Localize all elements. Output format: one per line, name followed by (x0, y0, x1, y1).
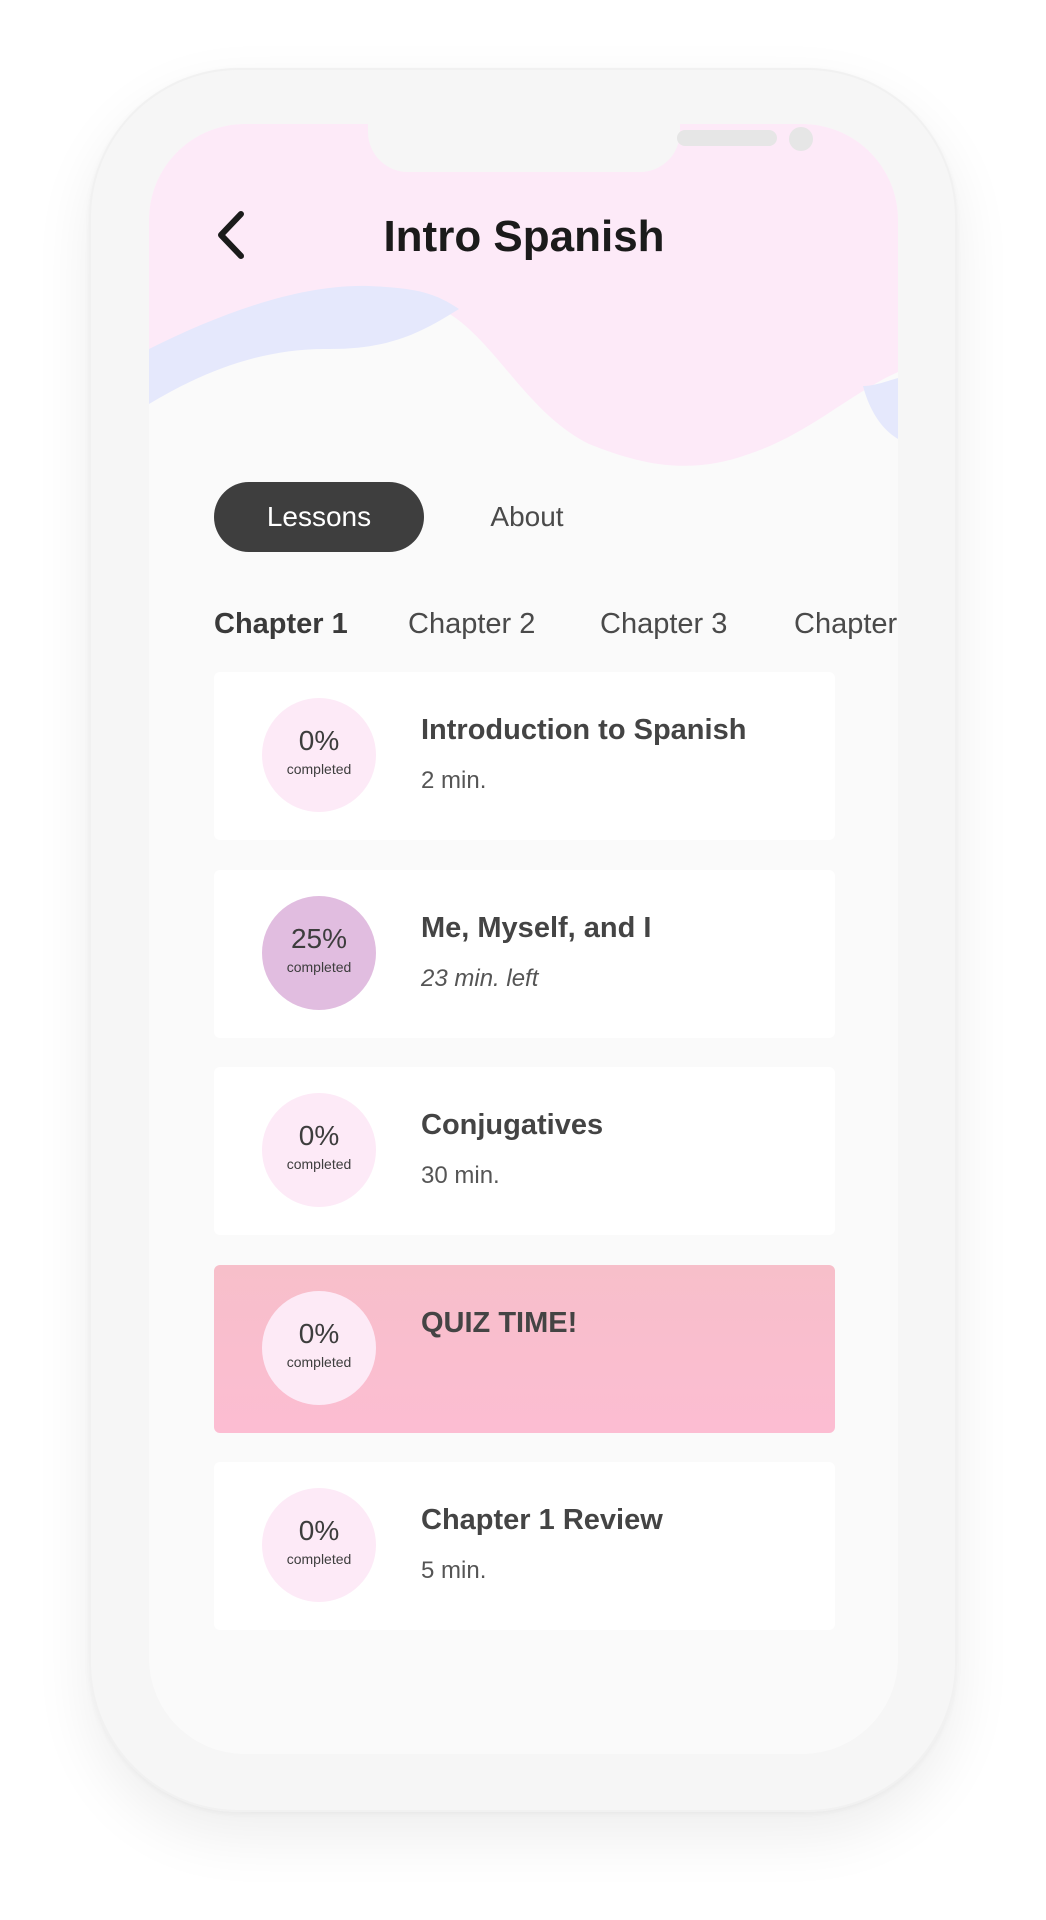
progress-percent: 0% (298, 1120, 340, 1151)
speaker-grille (677, 130, 777, 146)
back-button[interactable] (207, 200, 257, 270)
lesson-card[interactable]: 0% completed Conjugatives 30 min. (214, 1067, 835, 1235)
quiz-title: QUIZ TIME! (421, 1307, 578, 1339)
device-notch (368, 124, 813, 172)
lesson-title: Introduction to Spanish (421, 714, 747, 746)
app-screen: Intro Spanish Lessons About Chapter 1 Ch… (149, 124, 898, 1754)
header-wave-background (149, 124, 898, 466)
progress-label: completed (286, 761, 352, 777)
chapter-tab-1[interactable]: Chapter 1 (214, 599, 348, 649)
lesson-duration: 5 min. (421, 1557, 487, 1584)
lesson-title: Chapter 1 Review (421, 1504, 663, 1536)
progress-circle: 0% completed (262, 1488, 376, 1602)
lesson-time-left: 23 min. left (421, 965, 539, 992)
chapter-tab-4[interactable]: Chapter (794, 599, 897, 649)
progress-label: completed (286, 1354, 352, 1370)
lesson-duration: 2 min. (421, 767, 487, 794)
progress-percent: 0% (298, 725, 340, 756)
progress-label: completed (286, 1551, 352, 1567)
progress-percent: 0% (298, 1515, 340, 1546)
lesson-card[interactable]: 25% completed Me, Myself, and I 23 min. … (214, 870, 835, 1038)
front-camera (789, 127, 813, 151)
progress-percent: 0% (298, 1318, 340, 1349)
chapter-tab-3[interactable]: Chapter 3 (600, 599, 727, 649)
lesson-title: Conjugatives (421, 1109, 604, 1141)
progress-circle: 0% completed (262, 1291, 376, 1405)
chapter-tabs: Chapter 1 Chapter 2 Chapter 3 Chapter (214, 599, 898, 649)
page-title: Intro Spanish (383, 212, 665, 261)
progress-label: completed (286, 1156, 352, 1172)
tab-lessons[interactable]: Lessons (214, 482, 424, 552)
lesson-card[interactable]: 0% completed Introduction to Spanish 2 m… (214, 672, 835, 840)
progress-circle: 0% completed (262, 1093, 376, 1207)
quiz-card[interactable]: 0% completed QUIZ TIME! (214, 1265, 835, 1433)
device-stage: Intro Spanish Lessons About Chapter 1 Ch… (0, 0, 1046, 1920)
progress-percent: 25% (290, 923, 348, 954)
progress-circle: 25% completed (262, 896, 376, 1010)
header-pink-wave (149, 124, 898, 466)
progress-circle: 0% completed (262, 698, 376, 812)
header-lavender-corner (863, 378, 898, 439)
chapter-tab-2[interactable]: Chapter 2 (408, 599, 535, 649)
progress-label: completed (286, 959, 352, 975)
lesson-card[interactable]: 0% completed Chapter 1 Review 5 min. (214, 1462, 835, 1630)
lesson-duration: 30 min. (421, 1162, 500, 1189)
lesson-title: Me, Myself, and I (421, 912, 652, 944)
chevron-left-icon (218, 211, 244, 259)
tab-about[interactable]: About (462, 482, 592, 552)
